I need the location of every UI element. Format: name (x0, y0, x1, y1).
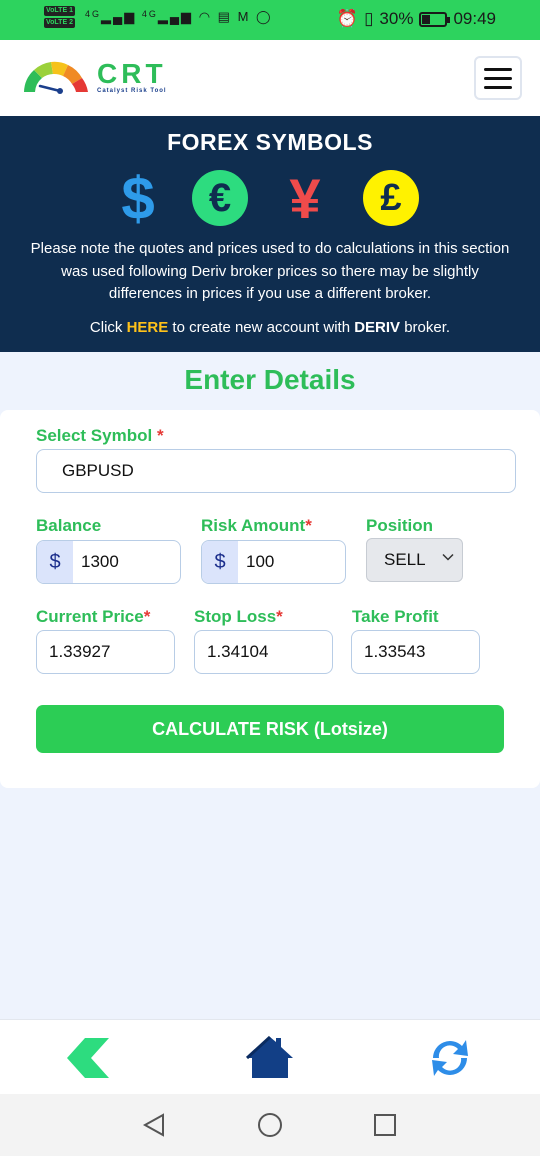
position-label: Position (366, 516, 434, 535)
recents-square-icon[interactable] (372, 1112, 398, 1138)
balance-input[interactable]: $ 1300 (36, 540, 181, 584)
euro-icon: € (192, 170, 248, 226)
status-bar: VoLTE 1 VoLTE 2 4G▂▄▆ 4G▂▄▆ ◠ ▤ M ◯ ⏰ ▯ … (0, 0, 540, 40)
current-price-label: Current Price* (36, 607, 150, 627)
balance-value: 1300 (81, 552, 119, 571)
gmail-icon: M (237, 9, 251, 24)
risk-label-text: Risk Amount (201, 516, 306, 535)
vibrate-icon: ▯ (364, 9, 374, 28)
broker-note: Please note the quotes and prices used t… (30, 240, 510, 302)
chevron-down-icon (442, 553, 454, 561)
volte-badge-1: VoLTE 1 (44, 6, 75, 16)
take-profit-input[interactable]: 1.33543 (351, 630, 480, 674)
symbol-input[interactable]: GBPUSD (36, 449, 516, 493)
required-mark: * (305, 516, 312, 535)
home-icon[interactable] (245, 1034, 295, 1082)
app-header: CRT Catalyst Risk Tool (0, 40, 540, 116)
volte-badges: VoLTE 1 VoLTE 2 (44, 6, 75, 28)
home-circle-icon[interactable] (257, 1112, 283, 1138)
logo-title: CRT (97, 58, 167, 89)
current-price-label-text: Current Price (36, 607, 144, 626)
required-mark: * (156, 426, 164, 445)
position-select[interactable]: SELL (366, 538, 463, 582)
current-price-value: 1.33927 (49, 642, 111, 661)
risk-amount-label: Risk Amount* (201, 516, 312, 536)
volte-badge-2: VoLTE 2 (44, 18, 75, 28)
symbol-value: GBPUSD (62, 461, 134, 480)
link-middle: to create new account with (168, 319, 355, 336)
bottom-nav (0, 1019, 540, 1094)
here-link[interactable]: HERE (127, 319, 169, 336)
logo-text: CRT Catalyst Risk Tool (97, 58, 167, 95)
stop-loss-label: Stop Loss* (194, 607, 283, 627)
system-navigation-bar (0, 1094, 540, 1156)
menu-bar (484, 85, 512, 89)
stop-loss-input[interactable]: 1.34104 (194, 630, 333, 674)
pound-icon: £ (363, 170, 419, 226)
back-triangle-icon[interactable] (141, 1112, 167, 1138)
deriv-broker-name: DERIV (354, 319, 401, 336)
signal-icon: ▂▄▆ (100, 9, 137, 24)
wifi-icon: ◠ (198, 9, 213, 24)
network-type-1: 4G (84, 9, 101, 19)
take-profit-label: Take Profit (352, 607, 439, 626)
menu-bar (484, 67, 512, 71)
banner-title: FOREX SYMBOLS (167, 129, 373, 155)
gauge-logo-icon (18, 58, 92, 98)
symbol-label: Select Symbol * (36, 426, 164, 446)
forex-banner: FOREX SYMBOLS $ € ¥ £ Please note the qu… (0, 116, 540, 352)
clock: 09:49 (453, 9, 496, 28)
pound-icon-wrap: £ (362, 168, 420, 228)
balance-label: Balance (36, 516, 102, 535)
currency-symbols: $ € ¥ £ (0, 164, 540, 232)
alarm-icon: ⏰ (336, 9, 359, 28)
required-mark: * (143, 607, 151, 626)
current-price-input[interactable]: 1.33927 (36, 630, 175, 674)
link-suffix: broker. (400, 319, 451, 336)
position-value: SELL (384, 550, 426, 569)
yen-icon: ¥ (289, 166, 321, 230)
risk-amount-input[interactable]: $ 100 (201, 540, 346, 584)
risk-amount-value: 100 (246, 552, 275, 571)
dollar-icon: $ (121, 164, 155, 232)
battery-percent: 30% (379, 9, 414, 28)
required-mark: * (276, 607, 283, 626)
stop-loss-label-text: Stop Loss (194, 607, 277, 626)
notification-icon: ▤ (217, 9, 232, 24)
back-chevron-icon[interactable] (65, 1034, 115, 1082)
menu-bar (484, 76, 512, 80)
symbol-label-text: Select Symbol (36, 426, 157, 445)
calculate-risk-button[interactable]: CALCULATE RISK (Lotsize) (36, 705, 504, 753)
network-type-2: 4G (141, 9, 158, 19)
refresh-icon[interactable] (425, 1034, 475, 1082)
deriv-account-line: Click HERE to create new account with DE… (0, 319, 540, 336)
signal-icon: ▂▄▆ (157, 9, 194, 24)
hamburger-menu-button[interactable] (474, 56, 522, 100)
dollar-addon: $ (202, 541, 238, 583)
euro-icon-wrap: € (191, 168, 249, 228)
dollar-addon: $ (37, 541, 73, 583)
signal-icons: 4G▂▄▆ 4G▂▄▆ ◠ ▤ M ◯ (85, 9, 273, 25)
link-prefix: Click (89, 319, 127, 336)
take-profit-value: 1.33543 (364, 642, 426, 661)
whatsapp-icon: ◯ (256, 9, 273, 24)
battery-icon (419, 11, 451, 27)
stop-loss-value: 1.34104 (207, 642, 269, 661)
status-right: ⏰ ▯ 30% 09:49 (337, 9, 496, 29)
status-left: VoLTE 1 VoLTE 2 4G▂▄▆ 4G▂▄▆ ◠ ▤ M ◯ (44, 6, 273, 28)
section-title: Enter Details (184, 364, 356, 395)
logo-subtitle: Catalyst Risk Tool (97, 88, 167, 94)
